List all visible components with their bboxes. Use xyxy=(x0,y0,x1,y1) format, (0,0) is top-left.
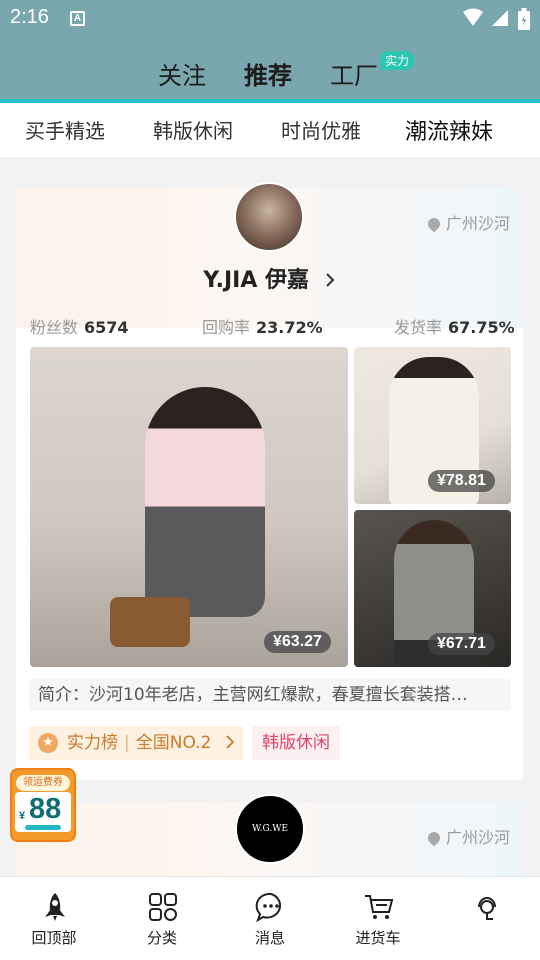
category-tab-elegant[interactable]: 时尚优雅 xyxy=(281,115,361,144)
coupon-currency: ¥ xyxy=(19,810,26,822)
nav-messages-label: 消息 xyxy=(254,929,285,947)
category-tabs: 买手精选 韩版休闲 时尚优雅 潮流辣妹 xyxy=(0,99,540,157)
coupon-amount-box: ¥ 88 xyxy=(15,792,71,832)
tab-recommend[interactable]: 推荐 xyxy=(244,56,292,91)
stat-fans: 粉丝数 6574 xyxy=(30,314,129,338)
nav-messages[interactable]: 消息 xyxy=(216,877,324,960)
signal-icon xyxy=(492,10,508,26)
rocket-icon xyxy=(45,893,65,921)
shop-location-2-text: 广州沙河 xyxy=(445,828,510,847)
rank-divider: | xyxy=(124,733,130,753)
coupon-title: 领运费券 xyxy=(16,775,70,791)
tab-follow[interactable]: 关注 xyxy=(158,56,206,91)
message-icon xyxy=(255,892,282,923)
status-time: 2:16 xyxy=(10,6,49,28)
category-tab-korean-casual[interactable]: 韩版休闲 xyxy=(153,115,233,144)
location-pin-icon xyxy=(425,215,443,233)
coupon-amount: 88 xyxy=(29,793,62,825)
battery-icon xyxy=(518,8,530,30)
stat-repurchase-label: 回购率 xyxy=(202,318,251,337)
style-tag[interactable]: 韩版休闲 xyxy=(252,726,340,760)
chevron-right-icon xyxy=(226,735,235,749)
location-pin-icon xyxy=(425,829,443,847)
stat-shipping-label: 发货率 xyxy=(394,318,443,337)
product-photo-model xyxy=(145,387,265,617)
rank-label: 实力榜 xyxy=(67,733,118,753)
stat-repurchase: 回购率 23.72% xyxy=(202,314,323,338)
nav-back-to-top-label: 回顶部 xyxy=(31,929,77,947)
product-price-2: ¥78.81 xyxy=(428,470,495,492)
star-medal-icon: ★ xyxy=(38,733,58,753)
bottom-nav: 回顶部 分类 消息 进货车 xyxy=(0,876,540,960)
nav-cart-label: 进货车 xyxy=(355,929,401,947)
app-header: 2:16 A 关注 推荐 工厂 实力 xyxy=(0,0,540,99)
stat-shipping-value: 67.75% xyxy=(448,318,515,337)
status-bar: 2:16 A xyxy=(0,0,540,38)
rank-text: 实力榜 | 全国NO.2 xyxy=(67,726,235,760)
category-tab-buyer-picks[interactable]: 买手精选 xyxy=(25,115,105,144)
factory-strength-badge: 实力 xyxy=(380,51,415,70)
shop-intro: 简介：沙河10年老店，主营网红爆款，春夏擅长套装搭… xyxy=(29,679,511,711)
stat-fans-value: 6574 xyxy=(84,318,129,337)
product-image-main[interactable] xyxy=(30,347,348,667)
coupon-claim-bar xyxy=(25,825,61,830)
nav-service[interactable] xyxy=(432,877,540,960)
chevron-right-icon xyxy=(325,273,335,287)
nav-category-label: 分类 xyxy=(146,929,177,947)
nav-back-to-top[interactable]: 回顶部 xyxy=(0,877,108,960)
shop-avatar[interactable] xyxy=(234,182,304,252)
stat-fans-label: 粉丝数 xyxy=(30,318,79,337)
active-category-indicator xyxy=(0,99,540,103)
shop-avatar-2[interactable]: W.G.WE xyxy=(235,794,305,864)
stat-repurchase-value: 23.72% xyxy=(256,318,323,337)
service-icon xyxy=(478,897,496,920)
strength-rank-badge[interactable]: ★ 实力榜 | 全国NO.2 xyxy=(29,726,243,760)
product-price-3: ¥67.71 xyxy=(428,633,495,655)
top-tabs: 关注 推荐 工厂 xyxy=(0,56,540,92)
category-tab-trendy[interactable]: 潮流辣妹 xyxy=(405,114,493,146)
product-photo-bag xyxy=(110,597,190,647)
shop-location-text: 广州沙河 xyxy=(445,214,510,233)
product-price-main: ¥63.27 xyxy=(264,631,331,653)
stat-shipping: 发货率 67.75% xyxy=(394,314,515,338)
wifi-icon xyxy=(463,8,483,26)
category-icon xyxy=(149,893,177,921)
shop-name: Y.JIA 伊嘉 xyxy=(203,268,310,293)
cart-icon xyxy=(365,895,394,919)
notification-a-icon: A xyxy=(70,11,85,26)
nav-category[interactable]: 分类 xyxy=(108,877,216,960)
rank-value: 全国NO.2 xyxy=(135,733,212,753)
shipping-coupon-float[interactable]: 领运费券 ¥ 88 xyxy=(10,768,76,842)
shop-name-link[interactable]: Y.JIA 伊嘉 xyxy=(0,262,540,294)
shop-location-2: 广州沙河 xyxy=(425,824,510,848)
nav-cart[interactable]: 进货车 xyxy=(324,877,432,960)
tab-factory[interactable]: 工厂 xyxy=(330,56,378,91)
shop-location: 广州沙河 xyxy=(425,210,510,234)
